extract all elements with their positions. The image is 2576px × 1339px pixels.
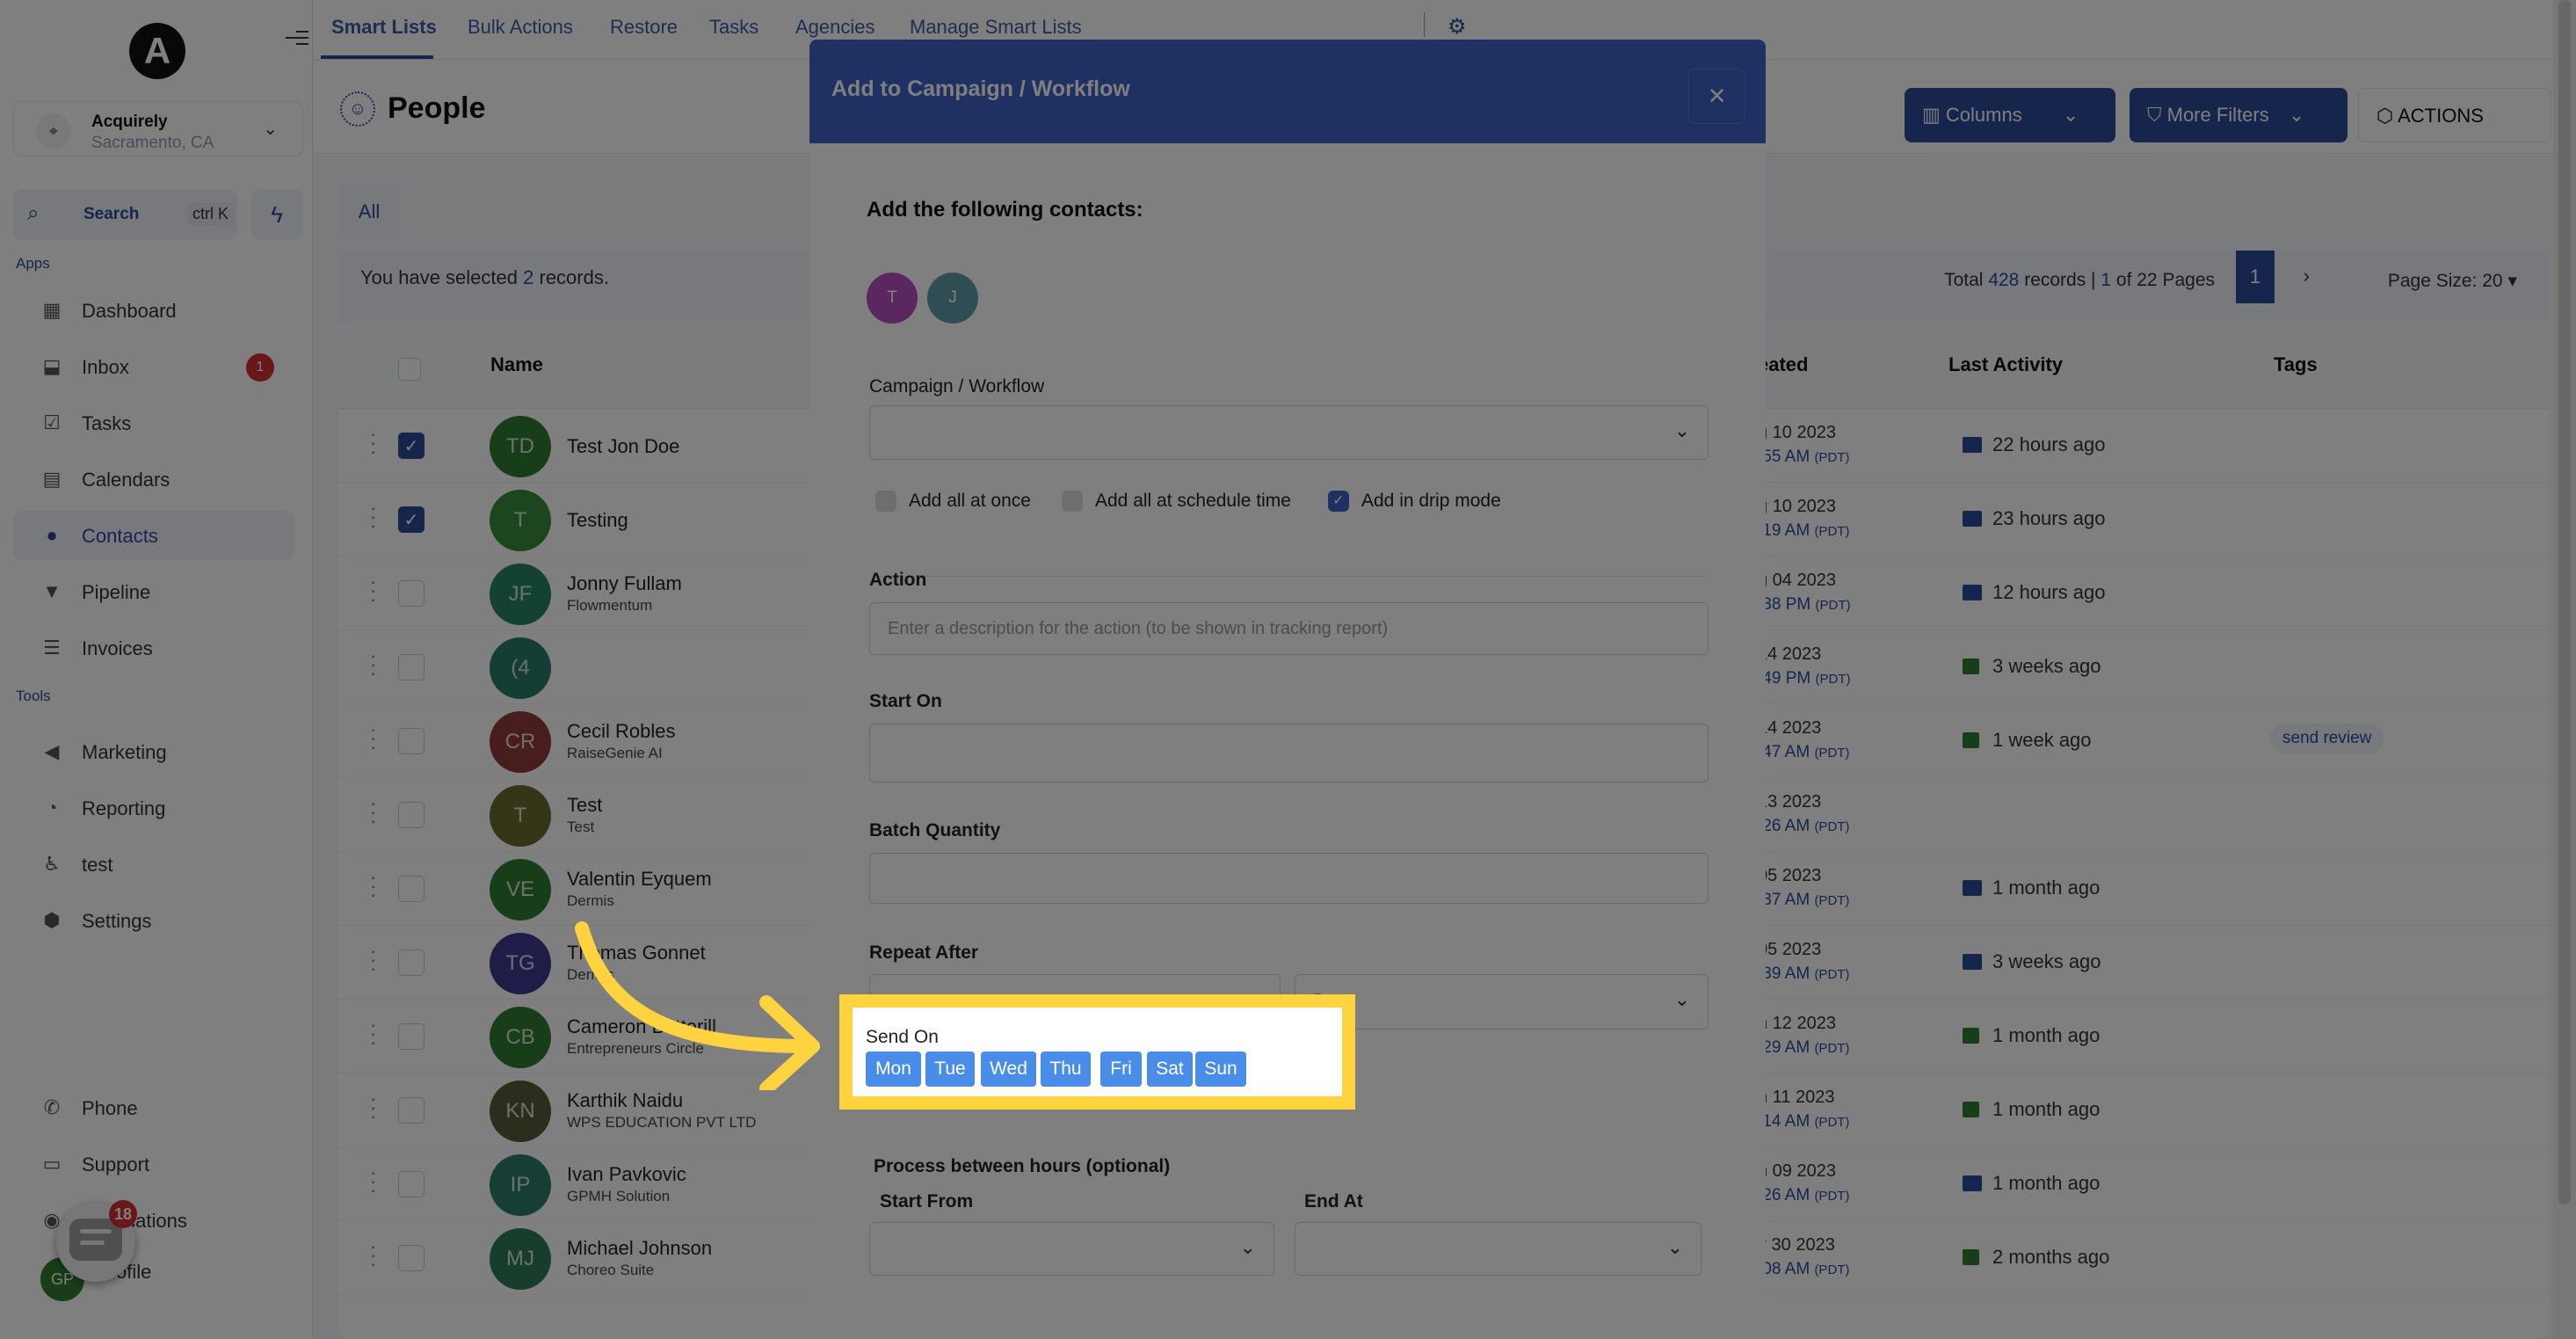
start-from-label: Start From bbox=[880, 1191, 974, 1212]
close-icon: × bbox=[1708, 79, 1726, 113]
chevron-down-icon: ⌄ bbox=[1239, 1236, 1256, 1258]
close-button[interactable]: × bbox=[1688, 69, 1745, 124]
process-hours-label: Process between hours (optional) bbox=[874, 1156, 1171, 1176]
day-toggle-thu[interactable]: Thu bbox=[1041, 1052, 1091, 1087]
chevron-down-icon: ⌄ bbox=[1673, 419, 1690, 441]
end-at-select[interactable]: ⌄ bbox=[1295, 1222, 1702, 1276]
start-on-label: Start On bbox=[869, 691, 942, 711]
action-label: Action bbox=[869, 570, 927, 590]
end-at-label: End At bbox=[1304, 1191, 1363, 1212]
day-toggle-tue[interactable]: Tue bbox=[925, 1052, 975, 1087]
mode-add-drip[interactable]: ✓ Add in drip mode bbox=[1328, 491, 1501, 513]
campaign-label: Campaign / Workflow bbox=[869, 376, 1045, 397]
checkbox[interactable] bbox=[1062, 491, 1083, 513]
batch-quantity-input[interactable] bbox=[869, 853, 1709, 904]
chevron-down-icon: ⌄ bbox=[1673, 988, 1690, 1010]
checkbox[interactable] bbox=[875, 491, 896, 513]
day-toggle-mon[interactable]: Mon bbox=[866, 1052, 921, 1087]
repeat-after-label: Repeat After bbox=[869, 942, 979, 963]
modal-header: Add to Campaign / Workflow × bbox=[809, 40, 1766, 143]
send-on-section: Send On Mon Tue Wed Thu Fri Sat Sun bbox=[853, 1008, 1342, 1096]
action-placeholder: Enter a description for the action (to b… bbox=[888, 619, 1389, 638]
contact-avatar: J bbox=[927, 273, 978, 324]
checkbox-checked[interactable]: ✓ bbox=[1328, 491, 1349, 513]
mode-add-at-schedule[interactable]: Add all at schedule time bbox=[1062, 491, 1291, 513]
modal-title: Add to Campaign / Workflow bbox=[831, 76, 1130, 101]
start-from-select[interactable]: ⌄ bbox=[869, 1222, 1274, 1276]
send-on-label: Send On bbox=[866, 1027, 939, 1047]
mode-add-all-at-once[interactable]: Add all at once bbox=[875, 491, 1031, 513]
day-toggle-wed[interactable]: Wed bbox=[981, 1052, 1036, 1087]
send-on-highlight: Send On Mon Tue Wed Thu Fri Sat Sun bbox=[839, 994, 1355, 1110]
batch-quantity-label: Batch Quantity bbox=[869, 820, 1001, 841]
start-on-input[interactable] bbox=[869, 724, 1709, 782]
day-toggle-sun[interactable]: Sun bbox=[1195, 1052, 1246, 1087]
modal-body: Add the following contacts: T J Campaign… bbox=[809, 143, 1766, 1339]
repeat-unit-select[interactable]: Days ⌄ bbox=[1295, 974, 1709, 1030]
action-input[interactable]: Enter a description for the action (to b… bbox=[869, 602, 1709, 655]
day-toggle-fri[interactable]: Fri bbox=[1100, 1052, 1142, 1087]
add-to-campaign-modal: Add to Campaign / Workflow × Add the fol… bbox=[809, 40, 1766, 1339]
tutorial-arrow-icon bbox=[575, 921, 820, 1090]
campaign-select[interactable]: ⌄ bbox=[869, 405, 1709, 460]
contact-avatar: T bbox=[867, 273, 918, 324]
chevron-down-icon: ⌄ bbox=[1666, 1236, 1683, 1258]
divider bbox=[875, 576, 1706, 577]
day-toggle-sat[interactable]: Sat bbox=[1147, 1052, 1193, 1087]
contacts-heading: Add the following contacts: bbox=[867, 198, 1143, 222]
